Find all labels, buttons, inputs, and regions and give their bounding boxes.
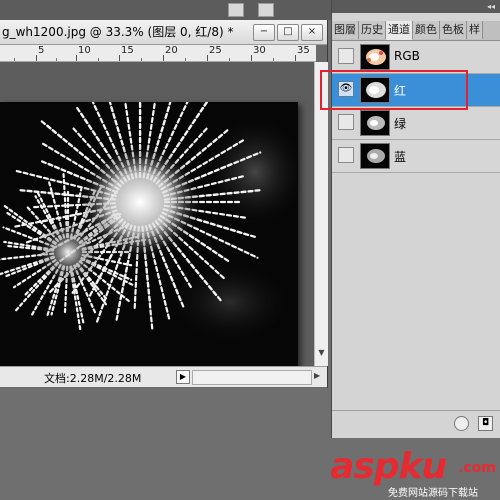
close-button[interactable]: × bbox=[301, 24, 323, 41]
eye-icon: 👁 bbox=[339, 83, 353, 94]
panel-header: ◂◂ bbox=[332, 0, 500, 13]
minimize-button[interactable]: − bbox=[253, 24, 275, 41]
arrange-button[interactable] bbox=[228, 3, 244, 17]
scroll-right-arrow-icon[interactable]: ▶ bbox=[314, 371, 320, 380]
channel-label: 红 bbox=[394, 84, 407, 98]
channel-row-blue[interactable]: 蓝 bbox=[332, 140, 500, 173]
panel-footer: ◘ bbox=[332, 410, 500, 435]
document-size-info: 文档:2.28M/2.28M bbox=[44, 372, 142, 385]
ruler-number: 10 bbox=[78, 45, 91, 56]
vertical-scrollbar[interactable]: ▼ bbox=[314, 62, 328, 366]
document-title: g_wh1200.jpg @ 33.3% (图层 0, 红/8) * bbox=[2, 25, 234, 39]
channel-thumbnail bbox=[360, 77, 390, 103]
window-buttons: − □ × bbox=[253, 24, 323, 41]
site-watermark: aspku .com 免费网站源码下载站 bbox=[330, 446, 500, 500]
channel-label: 蓝 bbox=[394, 150, 407, 164]
status-bar: 文档:2.28M/2.28M ▶ ▶ bbox=[0, 366, 327, 387]
ruler-number: 20 bbox=[165, 45, 178, 56]
channels-panel: ◂◂ 图層 历史 通道 颜色 色板 样 RGB 👁 红 绿 蓝 ◘ bbox=[331, 0, 500, 438]
ruler-number: 5 bbox=[38, 45, 45, 56]
status-menu-arrow-icon[interactable]: ▶ bbox=[176, 370, 190, 384]
scroll-down-arrow-icon[interactable]: ▼ bbox=[317, 348, 326, 357]
tab-channels[interactable]: 通道 bbox=[386, 21, 413, 40]
watermark-tagline: 免费网站源码下载站 bbox=[388, 488, 478, 499]
tab-layers[interactable]: 图層 bbox=[332, 21, 359, 39]
channel-thumbnail bbox=[360, 110, 390, 136]
ruler-number: 35 bbox=[297, 45, 310, 56]
channel-row-green[interactable]: 绿 bbox=[332, 107, 500, 140]
watermark-tld: .com bbox=[458, 460, 496, 476]
document-title-bar[interactable]: g_wh1200.jpg @ 33.3% (图层 0, 红/8) * − □ × bbox=[0, 20, 327, 45]
load-selection-icon[interactable] bbox=[454, 416, 469, 431]
save-selection-icon[interactable]: ◘ bbox=[478, 416, 493, 431]
ruler-number: 30 bbox=[253, 45, 266, 56]
tab-styles[interactable]: 样 bbox=[467, 21, 483, 39]
ruler-number: 15 bbox=[121, 45, 134, 56]
channel-thumbnail bbox=[360, 44, 390, 70]
horizontal-scrollbar[interactable] bbox=[192, 370, 312, 385]
visibility-toggle[interactable] bbox=[338, 147, 354, 163]
collapse-icon[interactable]: ◂◂ bbox=[487, 2, 495, 11]
screen-mode-button[interactable] bbox=[258, 3, 274, 17]
fireworks-image bbox=[0, 102, 298, 370]
channel-row-rgb[interactable]: RGB bbox=[332, 41, 500, 74]
ruler-number: 25 bbox=[209, 45, 222, 56]
visibility-toggle[interactable] bbox=[338, 114, 354, 130]
tab-history[interactable]: 历史 bbox=[359, 21, 386, 39]
document-window: g_wh1200.jpg @ 33.3% (图层 0, 红/8) * − □ ×… bbox=[0, 20, 328, 388]
channel-label: RGB bbox=[394, 49, 420, 63]
channel-thumbnail bbox=[360, 143, 390, 169]
channel-label: 绿 bbox=[394, 117, 407, 131]
maximize-button[interactable]: □ bbox=[277, 24, 299, 41]
panel-tabs: 图層 历史 通道 颜色 色板 样 bbox=[332, 21, 500, 41]
tab-color[interactable]: 颜色 bbox=[413, 21, 440, 39]
watermark-brand: aspku bbox=[330, 446, 447, 487]
canvas-area[interactable] bbox=[0, 62, 314, 370]
visibility-toggle[interactable] bbox=[338, 48, 354, 64]
channel-row-red[interactable]: 👁 红 bbox=[332, 74, 500, 107]
channel-list: RGB 👁 红 绿 蓝 bbox=[332, 41, 500, 173]
tab-swatches[interactable]: 色板 bbox=[440, 21, 467, 39]
visibility-toggle[interactable]: 👁 bbox=[338, 81, 354, 97]
horizontal-ruler: 5 10 15 20 25 30 35 bbox=[0, 45, 316, 62]
